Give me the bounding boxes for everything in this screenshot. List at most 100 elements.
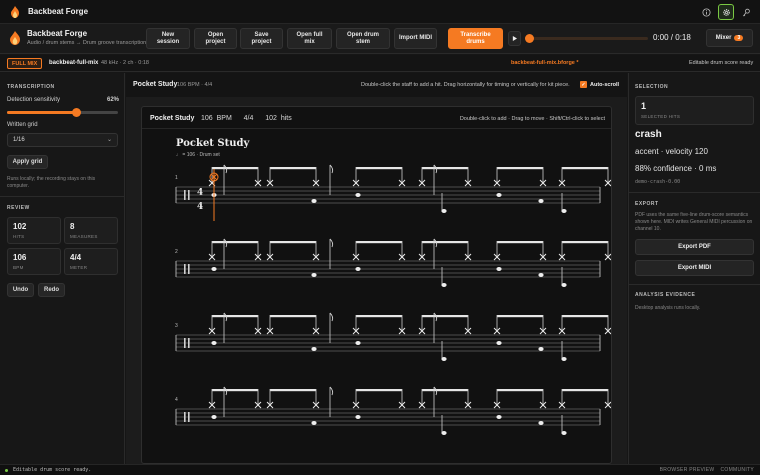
mixer-button[interactable]: Mixer 3 [706, 29, 753, 47]
note-beam [422, 241, 468, 244]
note-beam [356, 241, 402, 244]
export-section-title: EXPORT [635, 201, 659, 207]
snare-note [355, 341, 361, 345]
selected-velocity: accent · velocity 120 [635, 147, 708, 156]
kick-note [561, 431, 567, 435]
chevron-down-icon: ⌄ [106, 137, 112, 143]
kick-note [561, 283, 567, 287]
note-beam [212, 241, 258, 244]
right-divider [629, 192, 760, 193]
kick-note [441, 431, 447, 435]
note-beam [562, 167, 608, 170]
autoscroll-label: Auto-scroll [590, 81, 620, 88]
percussion-clef [188, 412, 190, 422]
export-pdf-button[interactable]: Export PDF [635, 239, 754, 255]
analysis-note: Desktop analysis runs locally. [635, 305, 701, 311]
score-meta: 106 BPM · 4/4 [177, 82, 213, 88]
playback-knob[interactable] [525, 34, 534, 43]
right-panel: SELECTION 1 SELECTED HITS crash accent ·… [628, 73, 760, 464]
undo-button[interactable]: Undo [7, 283, 34, 297]
open-full-mix-button[interactable]: Open full mix [287, 28, 332, 49]
note-beam [356, 389, 402, 392]
status-dot-icon [5, 469, 8, 472]
note-beam [356, 167, 402, 170]
sensitivity-value: 62% [107, 97, 120, 103]
sensitivity-fill [7, 111, 76, 114]
kick-note [441, 209, 447, 213]
brand: Backbeat Forge Audio / drum stems → Drum… [9, 29, 167, 46]
project-state: Editable drum score ready [689, 60, 754, 66]
percussion-clef [184, 412, 186, 422]
note-beam [270, 241, 316, 244]
snare-note [496, 267, 502, 271]
checkbox-checked-icon[interactable]: ✓ [580, 81, 587, 88]
new-session-button[interactable]: New session [146, 28, 190, 49]
score-card[interactable]: Pocket Study 106 BPM 4/4 102 hits Double… [141, 106, 612, 464]
open-project-button[interactable]: Open project [194, 28, 237, 49]
snare-note [211, 267, 217, 271]
selected-count-label: SELECTED HITS [641, 114, 681, 119]
flame-logo-icon [11, 5, 19, 18]
transcription-section-title: TRANSCRIPTION [7, 84, 55, 90]
autoscroll-toggle[interactable]: ✓ Auto-scroll [580, 81, 619, 88]
selection-section-title: SELECTION [635, 84, 669, 90]
note-beam [562, 241, 608, 244]
flame-logo-icon [10, 31, 20, 45]
community-link[interactable]: COMMUNITY [720, 467, 754, 473]
note-beam [497, 315, 543, 318]
export-midi-button[interactable]: Export MIDI [635, 260, 754, 276]
percussion-clef [188, 264, 190, 274]
grid-select[interactable]: 1/16 ⌄ [7, 133, 118, 147]
apply-grid-button[interactable]: Apply grid [7, 155, 48, 169]
note-beam [422, 315, 468, 318]
import-midi-button[interactable]: Import MIDI [394, 28, 437, 49]
kick-note [311, 199, 317, 203]
drum-staff[interactable]: 4 4 [142, 107, 612, 464]
account-key-icon[interactable] [738, 4, 754, 20]
source-badge[interactable]: FULL MIX [7, 58, 43, 69]
note-beam [212, 315, 258, 318]
redo-button[interactable]: Redo [38, 283, 65, 297]
info-icon[interactable] [698, 4, 714, 20]
note-beam [497, 167, 543, 170]
note-beam [422, 167, 468, 170]
stat-hits: 102 HITS [7, 217, 61, 244]
stat-label: MEASURES [70, 234, 98, 239]
percussion-clef [184, 190, 186, 200]
sensitivity-slider[interactable] [7, 108, 118, 117]
settings-gear-icon[interactable] [718, 4, 734, 20]
track-bar: FULL MIX backbeat-full-mix 48 kHz · 2 ch… [0, 55, 760, 72]
note-beam [270, 315, 316, 318]
mixer-label: Mixer [715, 35, 732, 41]
playback-progress[interactable] [525, 34, 648, 43]
kick-note [441, 283, 447, 287]
stat-measures: 8 MEASURES [64, 217, 118, 244]
right-divider [629, 284, 760, 285]
kick-note [311, 421, 317, 425]
save-project-button[interactable]: Save project [240, 28, 283, 49]
kick-note [538, 347, 544, 351]
play-button[interactable] [508, 31, 521, 46]
note-beam [356, 315, 402, 318]
play-icon [512, 36, 517, 41]
open-drum-stem-button[interactable]: Open drum stem [336, 28, 390, 49]
percussion-clef [184, 264, 186, 274]
selected-count: 1 [641, 101, 647, 111]
stat-bpm: 106 BPM [7, 248, 61, 275]
note-beam [212, 167, 258, 170]
grid-select-value: 1/16 [13, 137, 25, 143]
note-beam [270, 167, 316, 170]
kick-note [561, 357, 567, 361]
selected-confidence: 88% confidence · 0 ms [635, 164, 717, 173]
grid-label: Written grid [7, 122, 38, 128]
status-bar: Editable drum score ready. BROWSER PREVI… [0, 464, 760, 475]
sensitivity-knob[interactable] [71, 108, 81, 117]
note-beam [497, 241, 543, 244]
sensitivity-label: Detection sensitivity [7, 97, 61, 103]
stat-label: BPM [13, 265, 24, 270]
transcribe-drums-button[interactable]: Transcribe drums [448, 28, 503, 49]
snare-note [211, 415, 217, 419]
note-beam [422, 389, 468, 392]
export-note: PDF uses the same five-line drum-score s… [635, 212, 753, 232]
snare-note [496, 415, 502, 419]
